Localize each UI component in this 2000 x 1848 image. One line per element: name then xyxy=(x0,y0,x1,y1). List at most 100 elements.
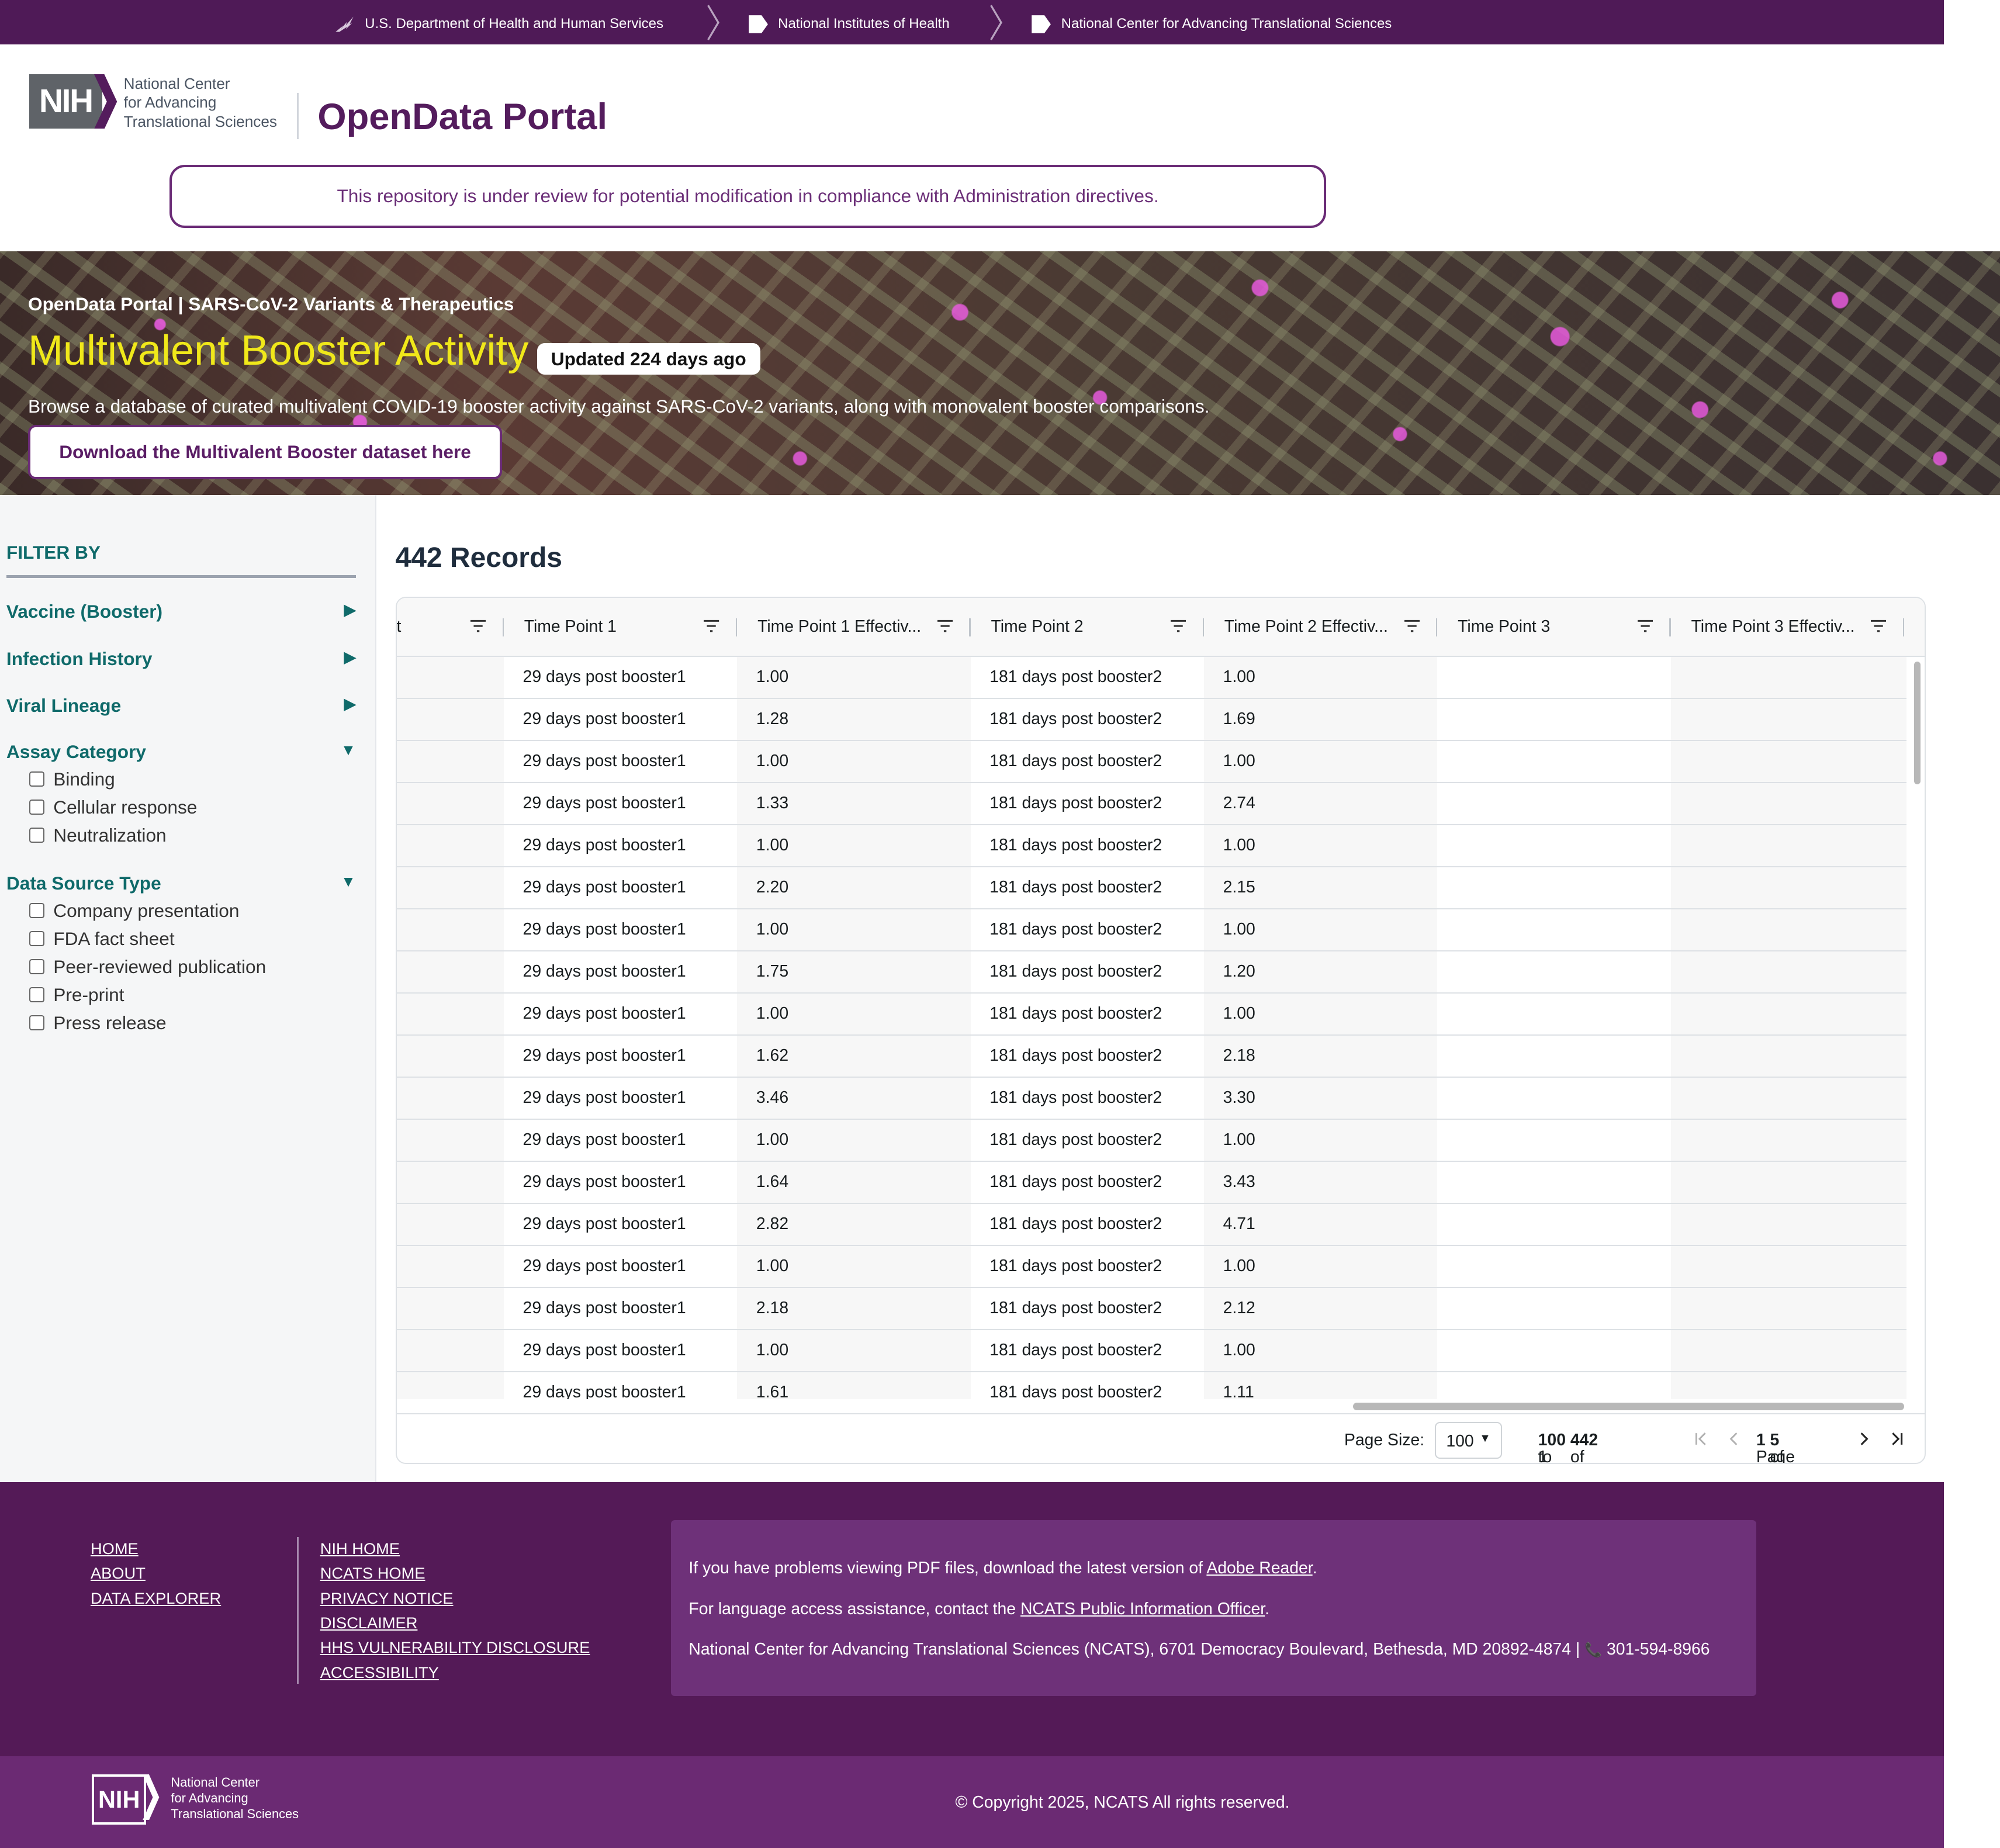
table-cell[interactable]: 1.00 xyxy=(1203,993,1438,1034)
table-cell[interactable] xyxy=(1670,740,1907,782)
nih-logo[interactable]: NIH xyxy=(29,74,102,129)
table-cell[interactable]: 29 days post booster1 xyxy=(504,1288,737,1329)
filter-section-vaccine[interactable]: Vaccine (Booster) ▶ xyxy=(6,601,356,629)
table-cell[interactable]: 181 days post booster2 xyxy=(971,1078,1204,1119)
filter-option-pre-print[interactable]: Pre-print xyxy=(29,984,124,1006)
table-cell[interactable] xyxy=(1670,1035,1907,1077)
table-row[interactable]: 29 days post booster1 2.20 181 days post b… xyxy=(396,867,1907,910)
filter-option-fda-fact-sheet[interactable]: FDA fact sheet xyxy=(29,928,175,950)
table-row[interactable]: 29 days post booster1 1.00 181 days post b… xyxy=(396,656,1907,700)
table-cell[interactable]: 3.43 xyxy=(1203,1161,1438,1203)
table-cell[interactable] xyxy=(1437,783,1670,824)
filter-menu-icon[interactable] xyxy=(1171,618,1186,634)
filter-option-binding[interactable]: Binding xyxy=(29,768,115,791)
checkbox[interactable] xyxy=(29,987,44,1003)
table-cell[interactable]: 1.20 xyxy=(1203,951,1438,992)
footer-link-accessibility[interactable]: ACCESSIBILITY xyxy=(320,1663,590,1688)
table-cell[interactable] xyxy=(1437,1372,1670,1399)
table-cell[interactable]: 181 days post booster2 xyxy=(971,1330,1204,1371)
table-cell[interactable]: 3.30 xyxy=(1203,1077,1438,1119)
table-cell[interactable] xyxy=(1437,994,1670,1034)
table-cell[interactable]: 181 days post booster2 xyxy=(971,741,1204,782)
table-row[interactable]: 29 days post booster1 1.64 181 days post b… xyxy=(396,1161,1907,1205)
table-cell[interactable] xyxy=(396,1119,504,1161)
filter-option-press-release[interactable]: Press release xyxy=(29,1012,167,1034)
table-cell[interactable]: 1.28 xyxy=(737,698,971,740)
ncats-link[interactable]: National Center for Advancing Translatio… xyxy=(1030,14,1392,34)
vertical-scrollbar[interactable] xyxy=(1914,662,1921,784)
table-cell[interactable]: 181 days post booster2 xyxy=(971,1204,1204,1245)
table-cell[interactable]: 29 days post booster1 xyxy=(504,1162,737,1203)
table-cell[interactable] xyxy=(1670,1372,1907,1399)
table-cell[interactable] xyxy=(1670,1119,1907,1161)
table-row[interactable]: 29 days post booster1 1.00 181 days post b… xyxy=(396,740,1907,784)
filter-section-assay-category[interactable]: Assay Category ▼ xyxy=(6,741,356,769)
table-cell[interactable]: 1.62 xyxy=(737,1035,971,1077)
table-cell[interactable] xyxy=(1437,741,1670,782)
table-cell[interactable]: 29 days post booster1 xyxy=(504,909,737,950)
checkbox[interactable] xyxy=(29,959,44,975)
table-cell[interactable]: 2.15 xyxy=(1203,867,1438,908)
table-cell[interactable]: 3.46 xyxy=(737,1077,971,1119)
table-cell[interactable]: 29 days post booster1 xyxy=(504,1330,737,1371)
table-cell[interactable]: 2.82 xyxy=(737,1203,971,1245)
first-page-icon[interactable] xyxy=(1694,1432,1708,1446)
table-cell[interactable] xyxy=(1670,698,1907,740)
table-cell[interactable] xyxy=(1437,1036,1670,1077)
table-cell[interactable]: 1.69 xyxy=(1203,698,1438,740)
table-cell[interactable]: 29 days post booster1 xyxy=(504,825,737,866)
table-row[interactable]: 29 days post booster1 2.18 181 days post b… xyxy=(396,1288,1907,1331)
table-cell[interactable] xyxy=(396,1372,504,1399)
table-cell[interactable] xyxy=(1437,1204,1670,1245)
table-cell[interactable]: 29 days post booster1 xyxy=(504,783,737,824)
next-page-icon[interactable] xyxy=(1857,1432,1871,1446)
table-cell[interactable] xyxy=(396,1035,504,1077)
column-header-time-point-2-effectiveness[interactable]: Time Point 2 Effectiv... xyxy=(1204,598,1438,655)
table-cell[interactable] xyxy=(1670,1077,1907,1119)
table-cell[interactable]: 181 days post booster2 xyxy=(971,867,1204,908)
table-cell[interactable]: 29 days post booster1 xyxy=(504,1204,737,1245)
table-cell[interactable] xyxy=(396,698,504,740)
filter-section-data-source-type[interactable]: Data Source Type ▼ xyxy=(6,873,356,901)
table-cell[interactable]: 181 days post booster2 xyxy=(971,1372,1204,1399)
table-cell[interactable] xyxy=(396,740,504,782)
table-cell[interactable]: 1.00 xyxy=(1203,740,1438,782)
filter-option-peer-reviewed[interactable]: Peer-reviewed publication xyxy=(29,956,266,978)
table-cell[interactable]: 1.00 xyxy=(1203,1119,1438,1161)
table-cell[interactable] xyxy=(396,909,504,950)
table-cell[interactable]: 181 days post booster2 xyxy=(971,1120,1204,1161)
download-dataset-button[interactable]: Download the Multivalent Booster dataset… xyxy=(28,424,503,479)
table-cell[interactable]: 29 days post booster1 xyxy=(504,1372,737,1399)
table-cell[interactable]: 1.61 xyxy=(737,1372,971,1399)
checkbox[interactable] xyxy=(29,800,44,815)
table-cell[interactable]: 1.00 xyxy=(1203,909,1438,950)
table-row[interactable]: 29 days post booster1 1.28 181 days post b… xyxy=(396,698,1907,742)
filter-menu-icon[interactable] xyxy=(470,618,486,634)
footer-link-home[interactable]: HOME xyxy=(91,1539,221,1564)
table-cell[interactable] xyxy=(1670,867,1907,908)
filter-option-neutralization[interactable]: Neutralization xyxy=(29,824,167,847)
checkbox[interactable] xyxy=(29,828,44,843)
footer-link-hhs-vulnerability[interactable]: HHS VULNERABILITY DISCLOSURE xyxy=(320,1638,590,1663)
table-cell[interactable] xyxy=(396,867,504,908)
table-row[interactable]: 29 days post booster1 1.61 181 days post b… xyxy=(396,1372,1907,1399)
table-row[interactable]: 29 days post booster1 3.46 181 days post b… xyxy=(396,1077,1907,1120)
table-cell[interactable] xyxy=(1670,909,1907,950)
table-cell[interactable] xyxy=(1437,1246,1670,1287)
table-row[interactable]: 29 days post booster1 1.33 181 days post b… xyxy=(396,783,1907,826)
column-header-time-point-3[interactable]: Time Point 3 xyxy=(1437,598,1671,655)
table-cell[interactable] xyxy=(396,1245,504,1287)
table-cell[interactable] xyxy=(396,783,504,824)
horizontal-scrollbar[interactable] xyxy=(1353,1403,1904,1411)
table-cell[interactable]: 2.18 xyxy=(737,1288,971,1329)
column-header-time-point-1[interactable]: Time Point 1 xyxy=(504,598,738,655)
table-cell[interactable]: 181 days post booster2 xyxy=(971,699,1204,740)
filter-menu-icon[interactable] xyxy=(1871,618,1887,634)
table-cell[interactable]: 29 days post booster1 xyxy=(504,741,737,782)
table-row[interactable]: 29 days post booster1 1.75 181 days post b… xyxy=(396,951,1907,994)
table-cell[interactable]: 1.00 xyxy=(737,656,971,698)
footer-nih-logo[interactable]: NIH xyxy=(92,1774,147,1825)
table-cell[interactable] xyxy=(396,1077,504,1119)
column-header-time-point-2[interactable]: Time Point 2 xyxy=(971,598,1204,655)
footer-link-data-explorer[interactable]: DATA EXPLORER xyxy=(91,1589,221,1614)
